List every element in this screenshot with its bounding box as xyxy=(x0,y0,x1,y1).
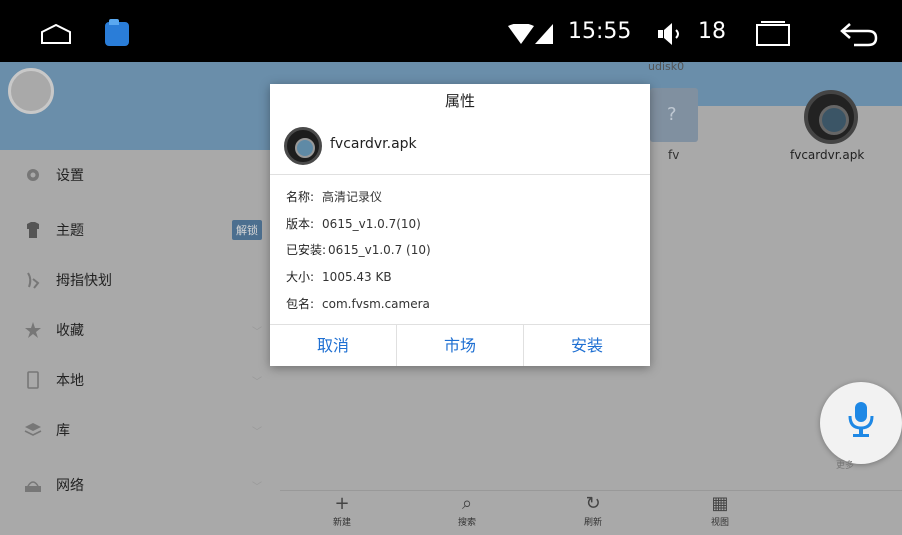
info-key: 名称: xyxy=(286,190,315,204)
info-key: 已安装: xyxy=(286,243,327,257)
more-label[interactable]: 更多 xyxy=(836,458,854,471)
chevron-down-icon[interactable]: ﹀ xyxy=(252,423,262,438)
voice-search-button[interactable] xyxy=(820,382,902,464)
dialog-filename: fvcardvr.apk xyxy=(330,136,417,152)
info-value: 0615_v1.0.7(10) xyxy=(322,217,421,231)
info-row-name: 名称: 高清记录仪 xyxy=(286,188,382,205)
breadcrumb[interactable]: udisk0 xyxy=(648,60,684,73)
gear-icon xyxy=(27,169,39,181)
info-row-installed: 已安装: 0615_v1.0.7 (10) xyxy=(286,241,431,258)
sidebar-item-label: 设置 xyxy=(56,168,84,184)
sidebar-item-label: 网络 xyxy=(56,478,84,494)
sidebar-header xyxy=(0,62,280,150)
sidebar-item-network[interactable]: 网络 ﹀ xyxy=(0,460,280,510)
camera-lens-icon xyxy=(284,127,322,165)
market-button[interactable]: 市场 xyxy=(397,325,524,366)
star-icon xyxy=(25,322,41,338)
layers-icon xyxy=(24,423,42,436)
info-value: 高清记录仪 xyxy=(322,190,383,204)
cell-signal-icon xyxy=(535,24,553,44)
file-name: fv xyxy=(668,148,680,162)
clock-time: 15:55 xyxy=(568,19,632,44)
back-icon[interactable] xyxy=(840,20,878,48)
sidebar-item-local[interactable]: 本地 ﹀ xyxy=(0,355,280,405)
info-row-size: 大小: 1005.43 KB xyxy=(286,268,392,285)
sidebar: 设置 主题 解锁 拇指快划 收藏 ﹀ 本地 ﹀ 库 ﹀ 网络 ﹀ xyxy=(0,150,280,535)
sidebar-item-theme[interactable]: 主题 解锁 xyxy=(0,205,280,255)
thumb-gesture-icon xyxy=(27,272,40,289)
file-name: fvcardvr.apk xyxy=(790,148,865,162)
phone-icon xyxy=(27,371,39,389)
dialog-button-bar: 取消 市场 安装 xyxy=(270,324,650,366)
wifi-icon xyxy=(508,24,534,44)
home-icon[interactable] xyxy=(40,24,72,44)
network-icon xyxy=(25,481,41,492)
info-row-package: 包名: com.fvsm.camera xyxy=(286,295,430,312)
volume-level: 18 xyxy=(698,19,726,44)
recent-apps-icon[interactable] xyxy=(755,21,791,47)
info-key: 版本: xyxy=(286,217,315,231)
chevron-down-icon[interactable]: ﹀ xyxy=(252,323,262,338)
file-explorer-app-icon[interactable] xyxy=(105,19,129,46)
chevron-down-icon[interactable]: ﹀ xyxy=(252,373,262,388)
avatar[interactable] xyxy=(8,68,54,114)
cancel-button[interactable]: 取消 xyxy=(270,325,397,366)
properties-dialog: 属性 fvcardvr.apk 名称: 高清记录仪 版本: 0615_v1.0.7(… xyxy=(270,84,650,366)
sidebar-item-thumb-gesture[interactable]: 拇指快划 xyxy=(0,255,280,305)
camera-lens-icon[interactable] xyxy=(804,90,858,144)
install-button[interactable]: 安装 xyxy=(524,325,650,366)
info-value: 0615_v1.0.7 (10) xyxy=(328,243,431,257)
sidebar-item-settings[interactable]: 设置 xyxy=(0,150,280,200)
info-key: 包名: xyxy=(286,297,315,311)
sidebar-item-label: 本地 xyxy=(56,373,84,389)
sidebar-item-label: 拇指快划 xyxy=(56,273,112,289)
info-row-version: 版本: 0615_v1.0.7(10) xyxy=(286,215,421,232)
info-value: com.fvsm.camera xyxy=(322,297,430,311)
dialog-title: 属性 xyxy=(444,92,475,110)
info-key: 大小: xyxy=(286,270,315,284)
unknown-file-icon[interactable]: ? xyxy=(650,88,698,142)
sidebar-item-label: 主题 xyxy=(56,223,84,239)
shirt-icon xyxy=(27,222,39,238)
divider xyxy=(270,174,650,175)
sidebar-item-label: 收藏 xyxy=(56,323,84,339)
unlock-badge[interactable]: 解锁 xyxy=(232,220,262,240)
sidebar-item-label: 库 xyxy=(56,423,70,439)
chevron-down-icon[interactable]: ﹀ xyxy=(252,478,262,493)
sidebar-item-favorites[interactable]: 收藏 ﹀ xyxy=(0,305,280,355)
info-value: 1005.43 KB xyxy=(322,270,392,284)
status-bar: 15:55 18 xyxy=(0,0,902,62)
microphone-icon xyxy=(848,402,874,437)
sidebar-item-library[interactable]: 库 ﹀ xyxy=(0,405,280,455)
volume-icon[interactable] xyxy=(658,22,686,46)
